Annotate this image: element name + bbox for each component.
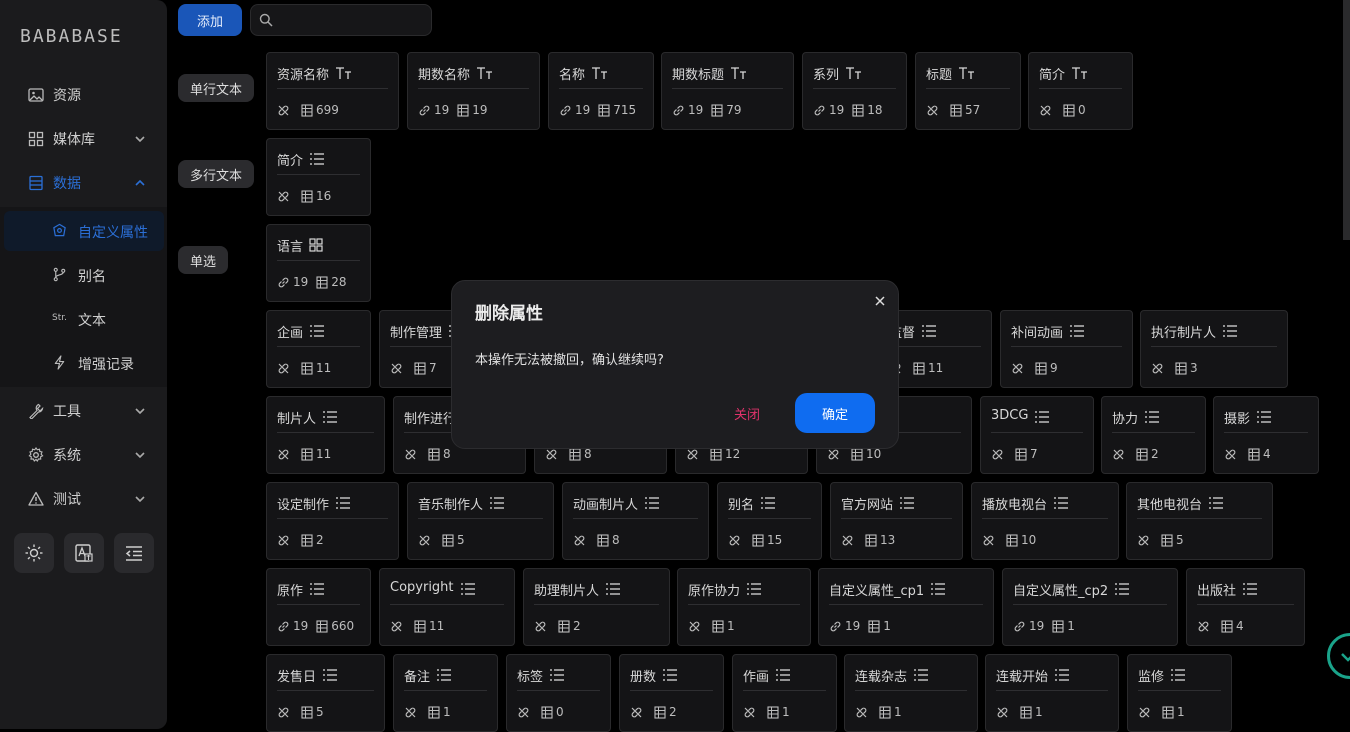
dialog-title: 删除属性 [475, 304, 543, 324]
close-icon[interactable] [872, 293, 888, 309]
confirm-button[interactable]: 确定 [795, 393, 875, 433]
floating-action-button[interactable] [1327, 633, 1350, 679]
close-button[interactable]: 关闭 [722, 393, 772, 433]
delete-property-dialog: 删除属性 本操作无法被撤回，确认继续吗? 关闭 确定 [451, 280, 899, 449]
chevron-down-icon [1341, 653, 1350, 662]
dialog-message: 本操作无法被撤回，确认继续吗? [475, 353, 664, 368]
